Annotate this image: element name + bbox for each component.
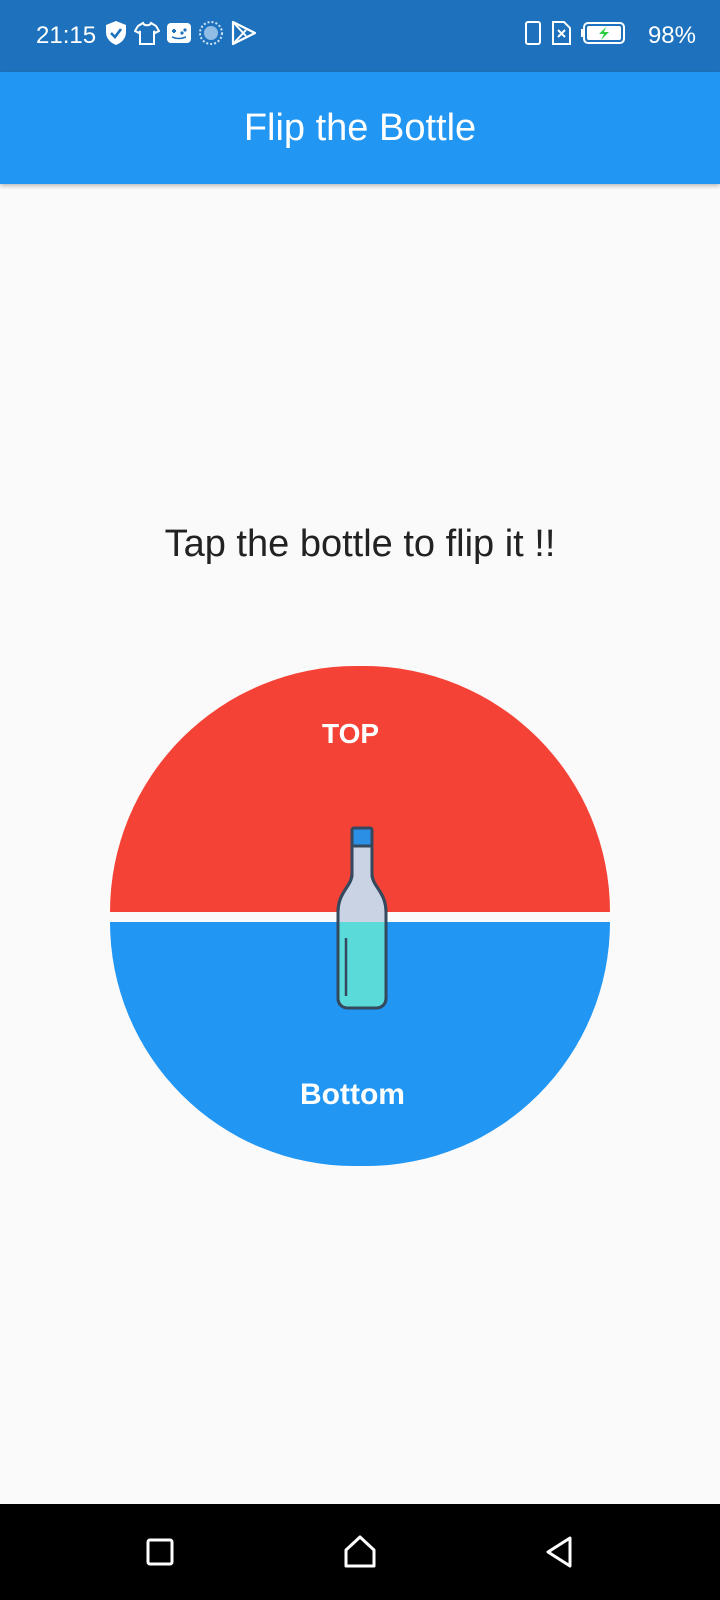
app-bar: Flip the Bottle [0, 72, 720, 184]
bottle-icon[interactable] [334, 826, 390, 1012]
shield-icon [104, 20, 128, 46]
tshirt-icon [134, 20, 160, 46]
back-icon[interactable] [538, 1530, 582, 1574]
status-icons-right [524, 20, 626, 46]
no-sim-icon [550, 20, 572, 46]
flip-dial: TOP Bottom [110, 666, 610, 1166]
circle-dots-icon [198, 20, 224, 46]
app-title: Flip the Bottle [243, 107, 477, 149]
status-bar: 21:15 98% [0, 0, 720, 72]
navigation-bar [0, 1504, 720, 1600]
status-time: 21:15 [36, 22, 97, 49]
dial-bottom-label: Bottom [300, 1078, 405, 1111]
phone-outline-icon [524, 20, 542, 46]
instruction-text: Tap the bottle to flip it !! [164, 523, 556, 565]
home-icon[interactable] [338, 1530, 382, 1574]
status-icons-left [104, 20, 258, 46]
battery-charging-icon [580, 20, 626, 46]
battery-percent: 98% [647, 22, 696, 49]
recent-apps-icon[interactable] [138, 1530, 182, 1574]
gamepad-icon [166, 20, 192, 46]
play-store-icon [230, 20, 258, 46]
dial-top-label: TOP [322, 718, 380, 749]
